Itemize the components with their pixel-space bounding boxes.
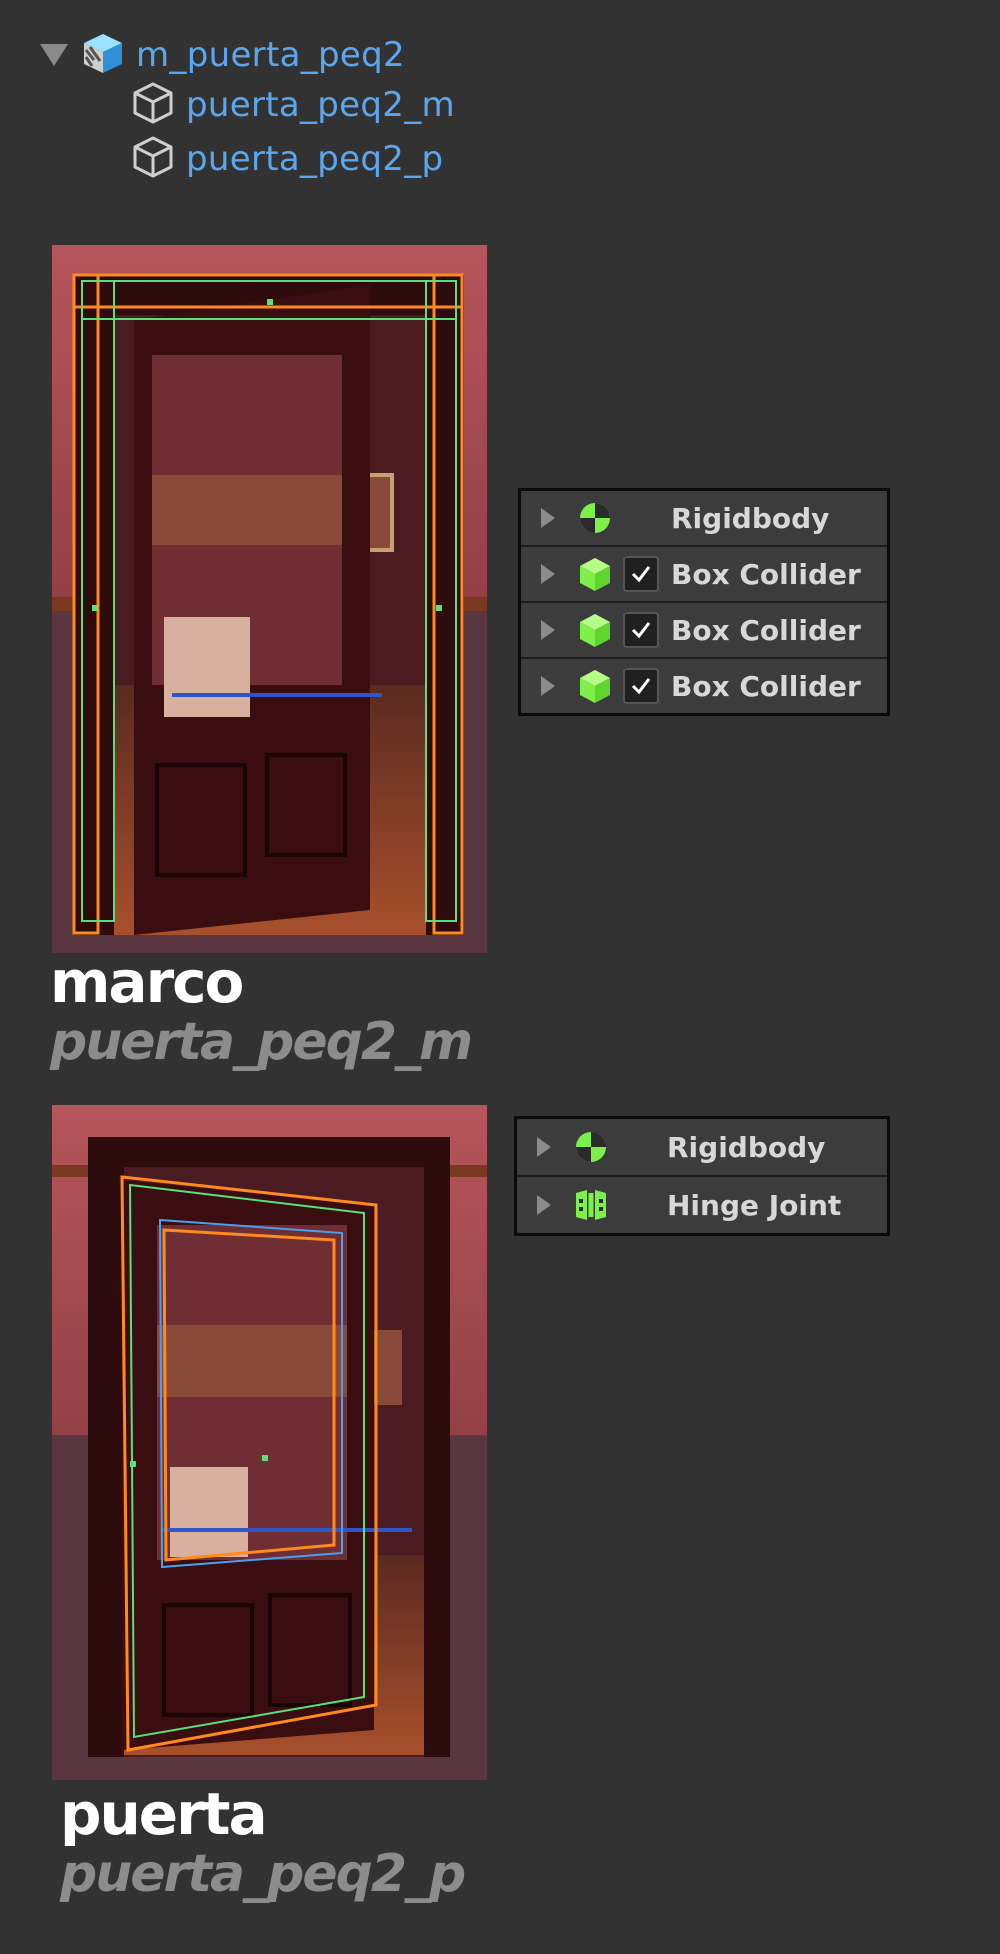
rigidbody-icon — [576, 1132, 606, 1162]
checkmark-icon — [631, 622, 651, 639]
hierarchy-item-root[interactable]: m_puerta_peq2 — [40, 30, 405, 80]
inspector-components-puerta: Rigidbody Hinge Joint — [514, 1116, 890, 1236]
enabled-checkbox[interactable] — [623, 556, 659, 592]
component-row-rigidbody[interactable]: Rigidbody — [517, 1119, 887, 1177]
expand-arrow-icon[interactable] — [541, 676, 555, 696]
component-label: Rigidbody — [667, 1130, 826, 1164]
component-row-rigidbody[interactable]: Rigidbody — [521, 491, 887, 547]
component-row-hinge-joint[interactable]: Hinge Joint — [517, 1177, 887, 1233]
hierarchy-item-child-p[interactable]: puerta_peq2_p — [130, 134, 443, 184]
rigidbody-icon — [580, 503, 610, 533]
component-row-box-collider[interactable]: Box Collider — [521, 603, 887, 659]
scene-view-marco — [52, 245, 487, 953]
hinge-joint-icon — [576, 1190, 606, 1220]
expand-arrow-icon[interactable] — [541, 564, 555, 584]
component-row-box-collider[interactable]: Box Collider — [521, 547, 887, 603]
component-label: Hinge Joint — [667, 1188, 842, 1222]
box-collider-icon — [580, 558, 610, 591]
mesh-cube-icon — [130, 134, 176, 184]
box-collider-icon — [580, 670, 610, 703]
component-row-box-collider[interactable]: Box Collider — [521, 659, 887, 713]
expand-arrow-icon[interactable] — [537, 1137, 551, 1157]
enabled-checkbox[interactable] — [623, 612, 659, 648]
hierarchy-item-child-m[interactable]: puerta_peq2_m — [130, 80, 455, 130]
hierarchy-label-child-m: puerta_peq2_m — [186, 85, 455, 125]
component-label: Box Collider — [671, 613, 861, 647]
expand-arrow-icon[interactable] — [541, 508, 555, 528]
hierarchy-label-child-p: puerta_peq2_p — [186, 139, 444, 179]
section-subtitle-puerta: puerta_peq2_p — [60, 1844, 466, 1904]
mesh-cube-icon — [130, 80, 176, 130]
box-collider-icon — [580, 614, 610, 647]
enabled-checkbox[interactable] — [623, 668, 659, 704]
expand-arrow-icon[interactable] — [541, 620, 555, 640]
component-label: Rigidbody — [671, 501, 830, 535]
inspector-components-marco: Rigidbody Box Collider Box Collider Box … — [518, 488, 890, 716]
component-label: Box Collider — [671, 669, 861, 703]
section-subtitle-marco: puerta_peq2_m — [50, 1012, 473, 1072]
section-title-puerta: puerta — [60, 1780, 268, 1848]
checkmark-icon — [631, 566, 651, 583]
section-title-marco: marco — [50, 948, 244, 1016]
checkmark-icon — [631, 678, 651, 695]
prefab-icon — [80, 30, 126, 80]
component-label: Box Collider — [671, 557, 861, 591]
scene-view-puerta — [52, 1105, 487, 1780]
expand-arrow-icon[interactable] — [537, 1195, 551, 1215]
hierarchy-label-root: m_puerta_peq2 — [136, 35, 405, 75]
foldout-arrow-icon[interactable] — [40, 44, 68, 66]
